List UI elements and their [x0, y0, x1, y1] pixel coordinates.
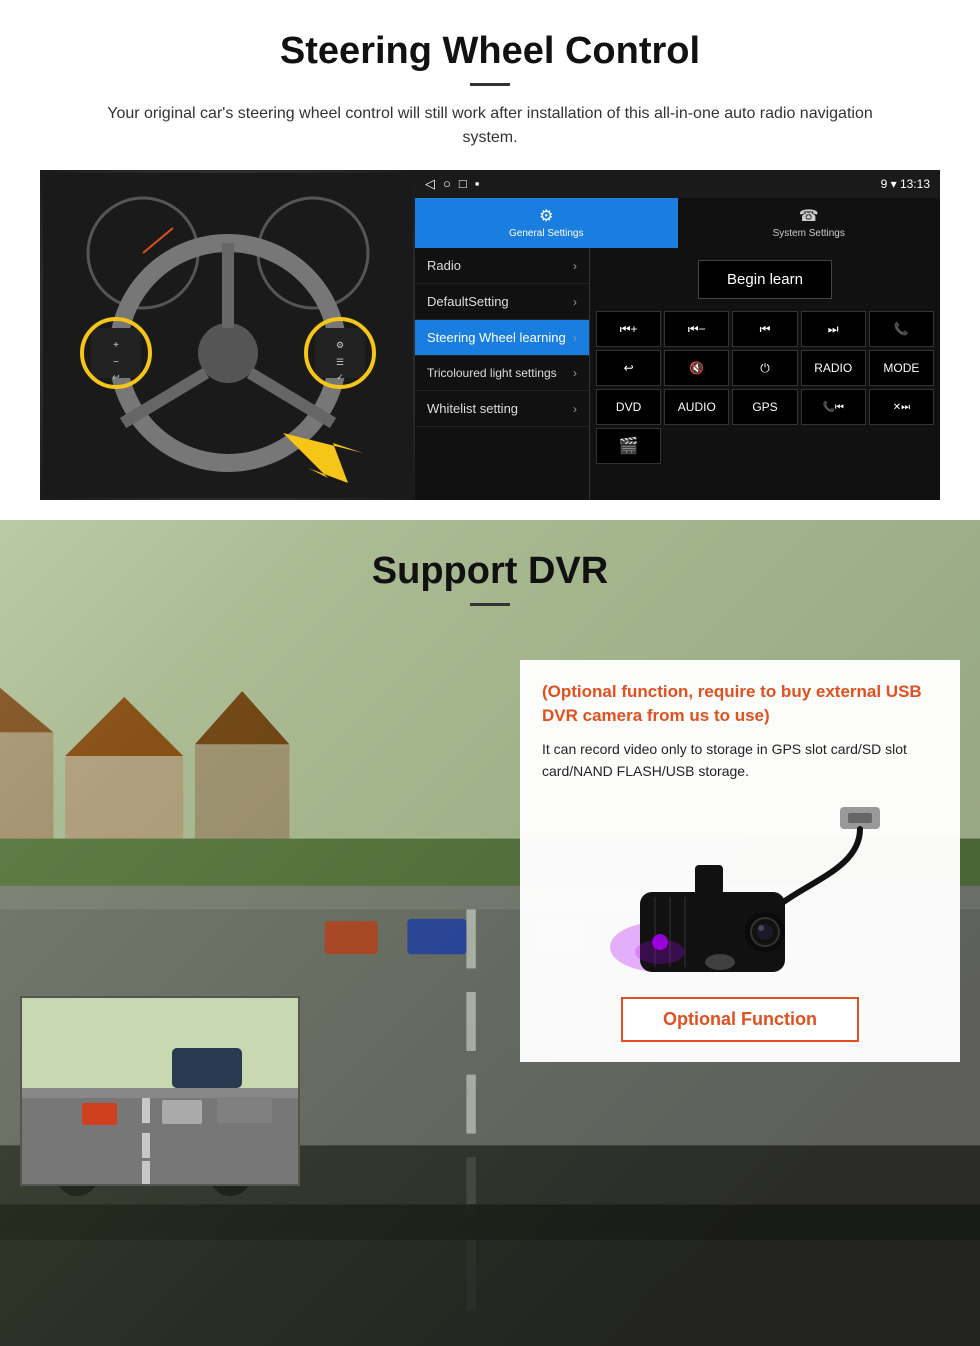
ctrl-hangup[interactable]: ↩ [596, 350, 661, 386]
gear-icon: ⚙ [539, 206, 553, 226]
control-grid: ⏮+ ⏮− ⏮ ⏭ 📞 ↩ 🔇 ⏻ RADIO MODE DVD AUDIO [590, 311, 940, 470]
ctrl-audio[interactable]: AUDIO [664, 389, 729, 425]
android-panel: ◁ ○ □ ▪ 9 ▾ 13:13 ⚙ General Settings ☎ S… [415, 170, 940, 500]
section2-divider [470, 603, 510, 606]
steering-photo-inner: + − ↩ ⚙ ☰ ✓ [40, 170, 415, 500]
optional-function-button[interactable]: Optional Function [621, 997, 859, 1042]
statusbar-time: 9 ▾ 13:13 [881, 177, 930, 191]
section1-subtitle: Your original car's steering wheel contr… [80, 102, 900, 150]
chevron-icon: › [573, 402, 577, 416]
general-settings-tab[interactable]: ⚙ General Settings [415, 198, 678, 248]
dvr-inset-screenshot [20, 996, 300, 1186]
steering-wheel-section: Steering Wheel Control Your original car… [0, 0, 980, 520]
statusbar-icons: ◁ ○ □ ▪ [425, 176, 479, 192]
svg-text:↩: ↩ [112, 372, 120, 382]
menu-item-tricoloured[interactable]: Tricoloured light settings › [415, 356, 589, 391]
svg-text:☰: ☰ [335, 357, 343, 367]
system-settings-label: System Settings [773, 228, 845, 239]
ctrl-vol-down[interactable]: ⏮− [664, 311, 729, 347]
ctrl-phone[interactable]: 📞 [869, 311, 934, 347]
ctrl-next-track[interactable]: ⏭ [801, 311, 866, 347]
android-statusbar: ◁ ○ □ ▪ 9 ▾ 13:13 [415, 170, 940, 198]
steering-wheel-label: Steering Wheel learning [427, 330, 566, 345]
chevron-icon: › [573, 259, 577, 273]
begin-learn-button[interactable]: Begin learn [698, 260, 832, 299]
section2-inner: Support DVR [0, 520, 980, 606]
dvr-camera-illustration [580, 797, 900, 977]
chevron-icon: › [573, 331, 577, 345]
svg-text:✓: ✓ [336, 372, 344, 382]
ctrl-radio[interactable]: RADIO [801, 350, 866, 386]
svg-text:⚙: ⚙ [335, 340, 343, 350]
dvr-inset-svg [22, 998, 300, 1186]
svg-text:−: − [113, 357, 119, 368]
whitelist-label: Whitelist setting [427, 401, 518, 416]
android-main: Begin learn ⏮+ ⏮− ⏮ ⏭ 📞 ↩ 🔇 ⏻ R [590, 248, 940, 500]
screenshot-composite: + − ↩ ⚙ ☰ ✓ [40, 170, 940, 500]
ctrl-power[interactable]: ⏻ [732, 350, 797, 386]
section1-divider [470, 83, 510, 86]
android-menu: Radio › DefaultSetting › Steering Wheel … [415, 248, 590, 500]
ctrl-mode[interactable]: MODE [869, 350, 934, 386]
menu-item-whitelist[interactable]: Whitelist setting › [415, 391, 589, 427]
begin-learn-row: Begin learn [590, 248, 940, 311]
ctrl-extra[interactable]: 🎬 [596, 428, 661, 464]
section2-title: Support DVR [0, 550, 980, 593]
ctrl-vol-up[interactable]: ⏮+ [596, 311, 661, 347]
general-settings-label: General Settings [509, 228, 584, 239]
ctrl-phone-prev[interactable]: 📞⏮ [801, 389, 866, 425]
steering-wheel-illustration: + − ↩ ⚙ ☰ ✓ [43, 173, 413, 498]
ctrl-prev-track[interactable]: ⏮ [732, 311, 797, 347]
recents-icon: □ [459, 176, 467, 192]
menu-icon: ▪ [475, 176, 480, 192]
chevron-icon: › [573, 366, 577, 380]
network-icon: ☎ [799, 206, 819, 226]
tricoloured-label: Tricoloured light settings [427, 366, 557, 380]
system-settings-tab[interactable]: ☎ System Settings [678, 198, 941, 248]
defaultsetting-label: DefaultSetting [427, 294, 509, 309]
android-content: Radio › DefaultSetting › Steering Wheel … [415, 248, 940, 500]
android-tabs: ⚙ General Settings ☎ System Settings [415, 198, 940, 248]
back-icon: ◁ [425, 176, 435, 192]
menu-item-steering-wheel[interactable]: Steering Wheel learning › [415, 320, 589, 356]
radio-label: Radio [427, 258, 461, 273]
svg-text:+: + [113, 340, 119, 351]
optional-function-container: Optional Function [542, 987, 938, 1042]
ctrl-skip-next[interactable]: ✕⏭ [869, 389, 934, 425]
menu-item-defaultsetting[interactable]: DefaultSetting › [415, 284, 589, 320]
dvr-camera-area [542, 797, 938, 977]
section1-title: Steering Wheel Control [40, 30, 940, 73]
chevron-icon: › [573, 295, 577, 309]
ctrl-dvd[interactable]: DVD [596, 389, 661, 425]
steering-photo: + − ↩ ⚙ ☰ ✓ [40, 170, 415, 500]
dvr-optional-text: (Optional function, require to buy exter… [542, 680, 938, 728]
ctrl-mute[interactable]: 🔇 [664, 350, 729, 386]
dvr-description: It can record video only to storage in G… [542, 738, 938, 783]
menu-item-radio[interactable]: Radio › [415, 248, 589, 284]
ctrl-gps[interactable]: GPS [732, 389, 797, 425]
dvr-info-card: (Optional function, require to buy exter… [520, 660, 960, 1062]
dvr-inset-inner [22, 998, 298, 1184]
home-icon: ○ [443, 176, 451, 192]
dvr-section: Support DVR (Optional function, require … [0, 520, 980, 1346]
